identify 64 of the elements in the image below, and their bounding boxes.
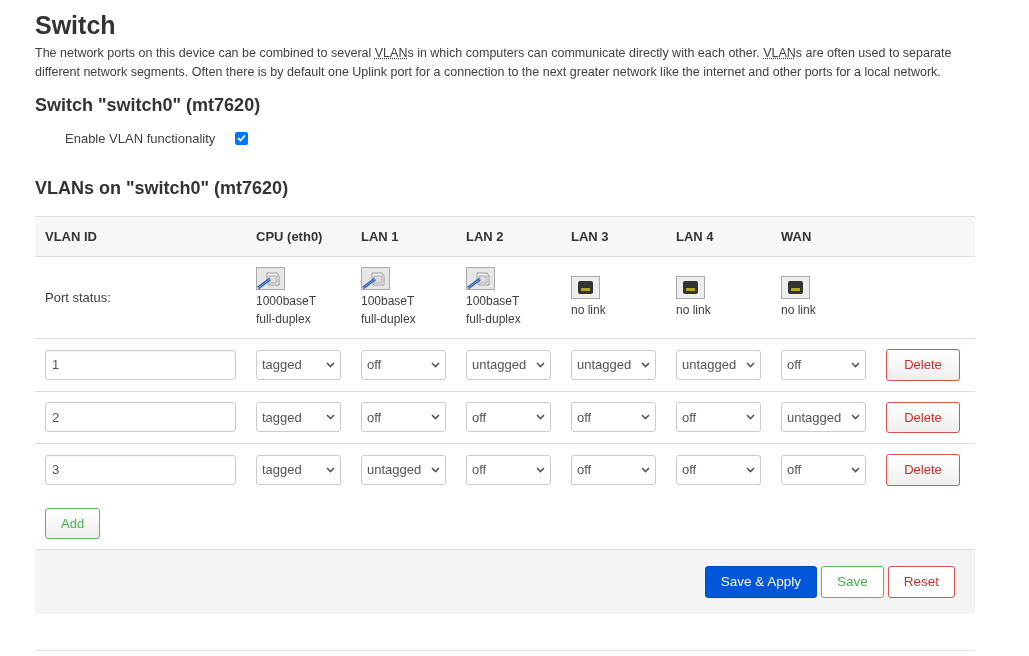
chevron-down-icon (536, 466, 545, 473)
port-status-text: 1000baseT full-duplex (256, 293, 318, 329)
description-text: The network ports on this device can be combined to several VLANs in which computers can communicate directly with each other. VLANs are often used to separate different network segments. Often there is by default one Uplink port for a connection to the next greater network like the internet and other ports for a local network. (35, 45, 953, 81)
column-header: WAN (781, 228, 812, 244)
chevron-down-icon (431, 414, 440, 421)
delete-button[interactable]: Delete (886, 454, 960, 486)
chevron-down-icon (641, 361, 650, 368)
port-mode-select[interactable]: off (781, 454, 866, 485)
section-title: Switch "switch0" (mt7620) (35, 95, 262, 117)
column-header: CPU (eth0) (256, 228, 323, 244)
reset-button[interactable]: Reset (887, 566, 955, 599)
port-mode-select[interactable]: tagged (256, 402, 341, 433)
chevron-down-icon (326, 361, 335, 368)
chevron-down-icon (746, 466, 755, 473)
port-mode-select[interactable]: untagged (361, 454, 446, 485)
port-mode-select[interactable]: untagged (466, 349, 551, 380)
chevron-down-icon (851, 361, 860, 368)
row-label: Port status: (45, 289, 111, 305)
column-header: LAN 1 (361, 228, 399, 244)
column-header: LAN 4 (676, 228, 714, 244)
port-mode-select[interactable]: off (466, 402, 551, 433)
chevron-down-icon (326, 466, 335, 473)
chevron-down-icon (536, 414, 545, 421)
chevron-down-icon (431, 361, 440, 368)
vlan-id-field[interactable]: 1 (45, 349, 236, 380)
vlan-id-field[interactable]: 2 (45, 402, 236, 433)
chevron-down-icon (746, 414, 755, 421)
checkbox-label: Enable VLAN functionality (65, 129, 216, 148)
chevron-down-icon (326, 414, 335, 421)
port-mode-select[interactable]: off (676, 402, 761, 433)
column-header: VLAN ID (45, 228, 97, 244)
chevron-down-icon (536, 361, 545, 368)
vlan-id-field[interactable]: 3 (45, 454, 236, 485)
port-status-text: no link (571, 302, 607, 320)
delete-button[interactable]: Delete (886, 349, 960, 381)
chevron-down-icon (746, 361, 755, 368)
port-status-text: no link (781, 302, 817, 320)
page-title: Switch (35, 10, 117, 40)
port-mode-select[interactable]: off (361, 402, 446, 433)
port-mode-select[interactable]: off (781, 349, 866, 380)
port-mode-select[interactable]: off (571, 454, 656, 485)
port-mode-select[interactable]: untagged (781, 402, 866, 433)
save-apply-button[interactable]: Save & Apply (704, 566, 817, 599)
checkbox[interactable] (235, 131, 249, 145)
column-header: LAN 2 (466, 228, 504, 244)
section-title: VLANs on "switch0" (mt7620) (35, 178, 290, 200)
chevron-down-icon (851, 466, 860, 473)
port-mode-select[interactable]: tagged (256, 349, 341, 380)
port-mode-select[interactable]: tagged (256, 454, 341, 485)
column-header: LAN 3 (571, 228, 609, 244)
chevron-down-icon (851, 414, 860, 421)
port-status-text: no link (676, 302, 712, 320)
chevron-down-icon (641, 466, 650, 473)
port-status-text: 100baseT full-duplex (361, 293, 417, 329)
port-mode-select[interactable]: off (676, 454, 761, 485)
chevron-down-icon (641, 414, 650, 421)
chevron-down-icon (431, 466, 440, 473)
port-mode-select[interactable]: off (361, 349, 446, 380)
port-mode-select[interactable]: untagged (676, 349, 761, 380)
delete-button[interactable]: Delete (886, 401, 960, 434)
port-mode-select[interactable]: off (571, 402, 656, 433)
port-status-text: 100baseT full-duplex (466, 293, 522, 329)
port-mode-select[interactable]: untagged (571, 349, 656, 380)
port-mode-select[interactable]: off (466, 454, 551, 485)
